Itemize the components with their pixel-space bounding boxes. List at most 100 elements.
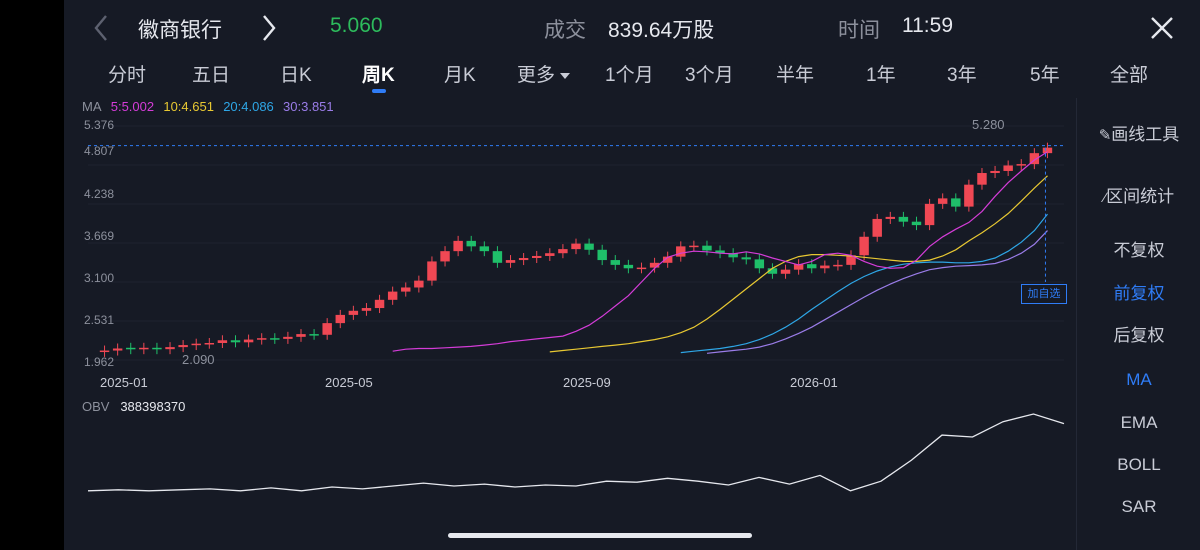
ma30-line [706,230,1048,354]
obv-chart[interactable] [64,412,1074,522]
candle-body [951,198,961,207]
candle-body [139,347,149,350]
low-price-mark: 2.090 [182,352,215,367]
y-tick: 1.962 [84,355,115,369]
candle-body [361,308,372,311]
side-menu: ✎画线工具 ⁄区间统计 不复权 前复权 后复权 MA EMA BOLL SAR [1078,96,1200,550]
candle-body [924,203,935,226]
candle-body [518,258,529,261]
candle-body [754,259,765,269]
tab-more-label: 更多 [517,65,556,86]
candle-body [885,216,896,219]
candle-body [243,339,254,343]
candle-body [898,216,909,222]
candle-body [807,264,817,269]
tab-all[interactable]: 全部 [1110,60,1148,87]
close-icon[interactable] [1148,14,1176,42]
ma-indicator-button[interactable]: MA [1078,370,1200,390]
tab-daily-k[interactable]: 日K [280,60,312,87]
caret-down-icon [560,72,571,79]
sar-indicator-button[interactable]: SAR [1078,497,1200,517]
current-price: 5.060 [330,14,383,37]
y-tick: 3.669 [84,229,115,243]
candle-body [820,265,830,269]
candle-body [505,260,516,263]
y-tick: 4.238 [84,187,115,201]
candle-body [964,184,974,207]
range-stats-label: 区间统计 [1106,187,1175,206]
high-price-mark: 5.280 [972,117,1005,132]
tab-3-year[interactable]: 3年 [947,60,977,87]
active-tab-indicator [372,89,386,93]
candle-body [911,221,922,226]
candle-body [322,323,332,335]
next-chevron-icon[interactable] [256,12,282,44]
obv-line [87,413,1065,492]
candle-body [780,269,791,274]
header: 徽商银行 5.060 成交 839.64万股 时间 11:59 [64,0,1200,56]
candle-body [676,246,686,257]
candle-body [296,334,306,337]
tab-1-year[interactable]: 1年 [866,60,896,87]
candle-body [584,243,594,250]
candle-body [937,198,948,204]
tab-5-year[interactable]: 5年 [1030,60,1060,87]
candle-body [387,291,398,300]
tab-five-day[interactable]: 五日 [192,60,230,87]
candle-body [204,343,215,345]
candle-body [453,240,463,252]
back-chevron-icon[interactable] [88,12,114,44]
period-tabs: 分时 五日 日K 周K 月K 更多 1个月 3个月 半年 1年 3年 5年 全部 [64,56,1200,93]
range-stats-button[interactable]: ⁄区间统计 [1078,182,1200,207]
candle-body [466,240,476,247]
volume-label: 成交 [544,19,586,42]
tab-3-month[interactable]: 3个月 [685,60,734,87]
candle-body [872,218,882,237]
candle-body [374,299,385,309]
candle-body [309,334,319,336]
backward-adjust-button[interactable]: 后复权 [1078,321,1200,346]
tab-intraday[interactable]: 分时 [108,60,146,87]
side-divider [1076,98,1077,550]
candle-body [492,251,503,263]
tab-half-year[interactable]: 半年 [776,60,814,87]
draw-tool-label: 画线工具 [1111,125,1180,144]
tab-monthly-k[interactable]: 月K [444,60,476,87]
boll-indicator-button[interactable]: BOLL [1078,455,1200,475]
stock-name[interactable]: 徽商银行 [138,14,222,44]
candle-body [99,350,110,353]
candle-body [990,170,1000,174]
draw-tool-button[interactable]: ✎画线工具 [1078,120,1200,145]
candle-body [977,173,987,185]
candle-body [636,267,647,270]
y-tick: 3.100 [84,271,115,285]
candle-body [270,338,280,340]
volume-value: 839.64万股 [608,19,715,42]
forward-adjust-button[interactable]: 前复权 [1078,279,1200,304]
y-tick: 5.376 [84,118,115,132]
candle-body [859,236,869,256]
candle-body [1016,164,1026,166]
candle-body [152,347,162,350]
candle-body [283,336,293,339]
kline-chart[interactable] [64,112,1074,372]
candle-body [256,338,267,340]
candle-body [401,287,411,292]
tab-more[interactable]: 更多 [517,60,571,87]
no-adjust-button[interactable]: 不复权 [1078,236,1200,261]
x-tick: 2026-01 [790,375,838,390]
x-tick: 2025-01 [100,375,148,390]
add-watchlist-button[interactable]: 加自选 [1021,284,1067,304]
candle-body [741,257,751,260]
candle-body [479,246,490,252]
ema-indicator-button[interactable]: EMA [1078,413,1200,433]
candle-body [427,261,437,281]
candle-body [531,255,542,259]
x-tick: 2025-05 [325,375,373,390]
tab-1-month[interactable]: 1个月 [605,60,654,87]
candle-body [217,340,228,344]
tab-weekly-k[interactable]: 周K [362,60,395,87]
y-tick: 4.807 [84,144,115,158]
candle-body [597,249,607,261]
candle-body [558,249,568,254]
